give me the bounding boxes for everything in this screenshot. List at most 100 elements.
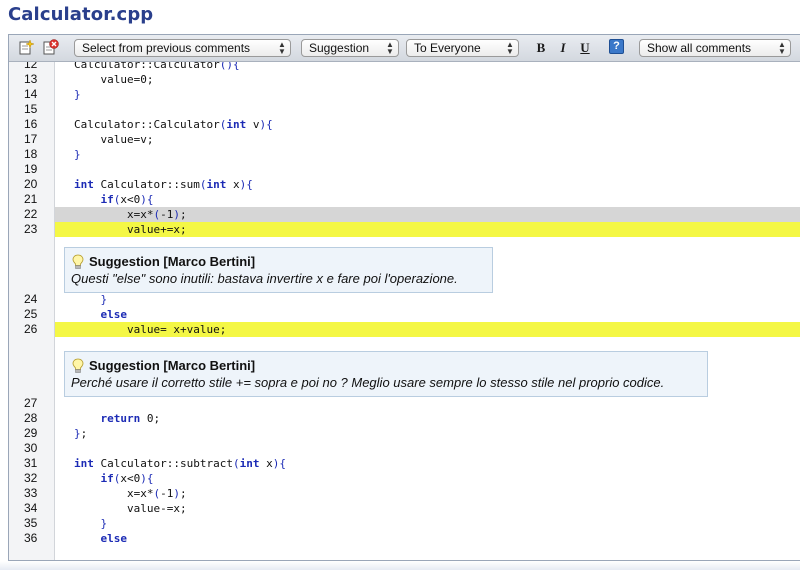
line-number: 16 <box>9 117 55 132</box>
audience-select[interactable]: To Everyone ▲ ▼ <box>406 39 519 57</box>
comment-type-label: Suggestion <box>309 41 370 55</box>
page-title: Calculator.cpp <box>8 4 154 25</box>
line-number: 28 <box>9 411 55 426</box>
code-text: value=0; <box>74 73 154 86</box>
line-number: 30 <box>9 441 55 456</box>
code-text: value= x+value; <box>74 323 227 336</box>
line-number: 35 <box>9 516 55 531</box>
line-number: 13 <box>9 72 55 87</box>
line-number: 14 <box>9 87 55 102</box>
audience-label: To Everyone <box>414 41 481 55</box>
code-text: if(x<0){ <box>100 472 154 485</box>
comment-text: Perché usare il corretto stile += sopra … <box>71 375 665 390</box>
line-number: 26 <box>9 322 55 337</box>
bottom-edge <box>0 561 800 570</box>
select-arrows-icon: ▲ ▼ <box>778 40 786 56</box>
previous-comments-label: Select from previous comments <box>82 41 251 55</box>
code-line[interactable]: 12 Calculator::Calculator(){ <box>9 62 800 72</box>
code-line[interactable]: 23 value+=x; <box>9 222 800 237</box>
code-text: } <box>100 293 108 306</box>
code-line[interactable]: 25 else <box>9 307 800 322</box>
code-line[interactable]: 18} <box>9 147 800 162</box>
code-text: int Calculator::subtract(int x){ <box>74 457 286 470</box>
line-number: 36 <box>9 531 55 546</box>
code-line[interactable]: 22 x=x*(-1); <box>9 207 800 222</box>
code-line[interactable]: 20 int Calculator::sum(int x){ <box>9 177 800 192</box>
line-number: 22 <box>9 207 55 222</box>
code-line[interactable]: 14} <box>9 87 800 102</box>
comment-heading-text: Suggestion [Marco Bertini] <box>89 254 256 269</box>
code-text: }; <box>74 427 88 440</box>
line-number: 34 <box>9 501 55 516</box>
code-text: return 0; <box>100 412 161 425</box>
code-line[interactable]: 28 return 0; <box>9 411 800 426</box>
line-number: 32 <box>9 471 55 486</box>
code-text: Calculator::Calculator(){ <box>74 62 240 71</box>
code-text: } <box>74 88 81 101</box>
code-line[interactable]: 31 int Calculator::subtract(int x){ <box>9 456 800 471</box>
code-line[interactable]: 24 } <box>9 292 800 307</box>
line-number: 19 <box>9 162 55 177</box>
comment-text: Questi "else" sono inutili: bastava inve… <box>71 271 458 286</box>
previous-comments-select[interactable]: Select from previous comments ▲ ▼ <box>74 39 291 57</box>
lightbulb-icon <box>71 358 85 374</box>
line-number: 23 <box>9 222 55 237</box>
bold-button[interactable]: B <box>533 39 549 56</box>
code-line[interactable]: 35 } <box>9 516 800 531</box>
code-line[interactable]: 17 value=v; <box>9 132 800 147</box>
comment-box[interactable]: Suggestion [Marco Bertini] Questi "else"… <box>64 247 493 293</box>
view-filter-select[interactable]: Show all comments ▲ ▼ <box>639 39 791 57</box>
code-line[interactable]: 32 if(x<0){ <box>9 471 800 486</box>
code-line[interactable]: 27 <box>9 396 800 411</box>
code-review-panel: Select from previous comments ▲ ▼ Suggest… <box>8 34 800 561</box>
code-line[interactable]: 16 Calculator::Calculator(int v){ <box>9 117 800 132</box>
delete-comment-icon[interactable] <box>42 39 59 56</box>
line-number: 18 <box>9 147 55 162</box>
code-line[interactable]: 13 value=0; <box>9 72 800 87</box>
code-text: value=v; <box>74 133 154 146</box>
comment-heading-text: Suggestion [Marco Bertini] <box>89 358 256 373</box>
code-line[interactable]: 26 value= x+value; <box>9 322 800 337</box>
code-text: } <box>74 148 81 161</box>
line-number: 17 <box>9 132 55 147</box>
comment-row: Suggestion [Marco Bertini] Perché usare … <box>9 351 800 401</box>
comment-type-select[interactable]: Suggestion ▲ ▼ <box>301 39 399 57</box>
new-comment-icon[interactable] <box>18 39 35 56</box>
lightbulb-icon <box>71 254 85 270</box>
line-number: 31 <box>9 456 55 471</box>
code-text: int Calculator::sum(int x){ <box>74 178 253 191</box>
code-line[interactable]: 15 <box>9 102 800 117</box>
code-text: } <box>100 517 108 530</box>
line-number: 33 <box>9 486 55 501</box>
code-text: x=x*(-1); <box>74 208 187 221</box>
comment-box[interactable]: Suggestion [Marco Bertini] Perché usare … <box>64 351 708 397</box>
line-number: 25 <box>9 307 55 322</box>
code-text: value+=x; <box>74 223 187 236</box>
code-line[interactable]: 34 value-=x; <box>9 501 800 516</box>
code-line[interactable]: 33 x=x*(-1); <box>9 486 800 501</box>
underline-button[interactable]: U <box>577 39 593 56</box>
line-number: 27 <box>9 396 55 411</box>
line-number: 15 <box>9 102 55 117</box>
code-area: Suggestion [Marco Bertini] Questi "else"… <box>9 62 800 560</box>
italic-button[interactable]: I <box>555 39 571 56</box>
line-number: 12 <box>9 62 55 72</box>
code-line[interactable]: 19 <box>9 162 800 177</box>
comment-heading: Suggestion [Marco Bertini] <box>71 358 701 374</box>
code-line[interactable]: 21 if(x<0){ <box>9 192 800 207</box>
code-line[interactable]: 29}; <box>9 426 800 441</box>
code-line[interactable]: 36 else <box>9 531 800 546</box>
view-filter-label: Show all comments <box>647 41 752 55</box>
code-text: value-=x; <box>74 502 187 515</box>
code-line[interactable]: 30 <box>9 441 800 456</box>
toolbar: Select from previous comments ▲ ▼ Suggest… <box>9 35 800 62</box>
comment-row: Suggestion [Marco Bertini] Questi "else"… <box>9 247 800 297</box>
select-arrows-icon: ▲ ▼ <box>386 40 394 56</box>
select-arrows-icon: ▲ ▼ <box>278 40 286 56</box>
code-text: else <box>100 308 128 321</box>
code-text: if(x<0){ <box>100 193 154 206</box>
line-number: 24 <box>9 292 55 307</box>
code-text: else <box>100 532 128 545</box>
select-arrows-icon: ▲ ▼ <box>506 40 514 56</box>
help-button[interactable]: ? <box>609 39 624 54</box>
